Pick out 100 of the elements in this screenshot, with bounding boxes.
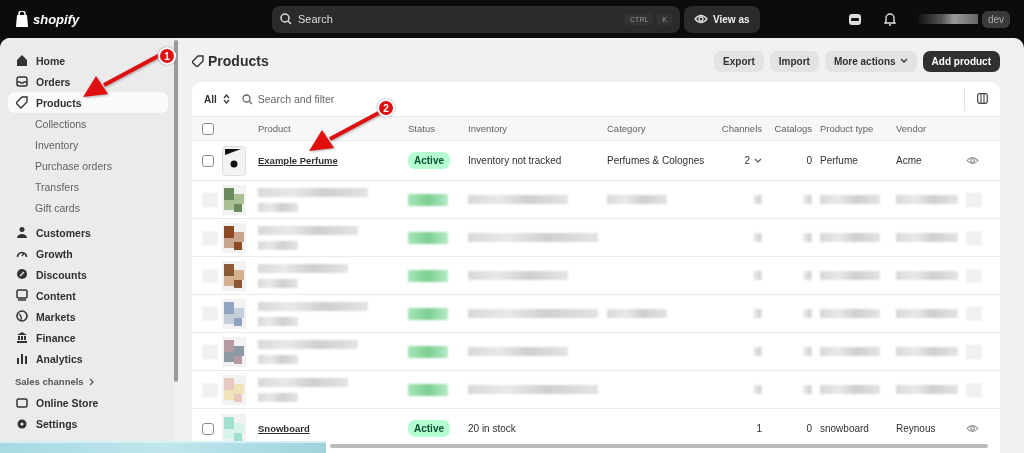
redacted-text bbox=[607, 309, 667, 318]
columns-button[interactable] bbox=[964, 87, 990, 111]
redacted-text bbox=[408, 231, 448, 244]
redacted-text bbox=[820, 195, 880, 204]
redacted-text bbox=[754, 233, 762, 242]
table-cell-text: Inventory not tracked bbox=[468, 155, 563, 166]
home-icon bbox=[16, 54, 28, 67]
redacted-text bbox=[804, 271, 812, 280]
checkbox[interactable] bbox=[202, 154, 214, 167]
redacted-text bbox=[896, 309, 958, 318]
redacted-store-name bbox=[917, 14, 978, 24]
redacted-text bbox=[754, 195, 762, 204]
sidebar-item[interactable]: Markets bbox=[8, 306, 84, 327]
sidebar-item[interactable]: Inventory bbox=[8, 134, 87, 155]
eye-icon bbox=[966, 424, 979, 433]
column-header: Inventory bbox=[468, 123, 509, 134]
sidebar-item[interactable]: Content bbox=[8, 285, 84, 306]
channels-dropdown[interactable]: 1 bbox=[756, 423, 762, 434]
table-cell-text: Perfume bbox=[820, 155, 859, 166]
logo-text: shopify bbox=[33, 11, 80, 27]
globe-icon bbox=[16, 310, 28, 323]
sales-channels-link[interactable]: Sales channels bbox=[8, 371, 102, 392]
perfume-bottle-icon bbox=[222, 145, 246, 176]
redacted-text bbox=[408, 383, 448, 396]
sidebar-item[interactable]: Transfers bbox=[8, 176, 87, 197]
redacted-text bbox=[258, 278, 298, 288]
redacted-text bbox=[820, 309, 880, 318]
tag-icon bbox=[192, 55, 204, 67]
checkbox[interactable] bbox=[202, 122, 214, 135]
table-cell-text: 0 bbox=[805, 423, 813, 434]
scrollbar[interactable] bbox=[174, 40, 178, 382]
scrollbar[interactable] bbox=[330, 444, 988, 448]
redacted-text bbox=[258, 240, 298, 250]
redacted-text bbox=[258, 354, 298, 364]
redacted-text bbox=[754, 385, 762, 394]
sidebar-item[interactable]: Online Store bbox=[8, 392, 107, 413]
checkbox[interactable] bbox=[202, 422, 214, 435]
redacted-text bbox=[896, 385, 958, 394]
sidebar-item[interactable]: Customers bbox=[8, 222, 99, 243]
table-cell-text: 20 in stock bbox=[468, 423, 517, 434]
bell-icon bbox=[883, 12, 896, 26]
page-title: Products bbox=[208, 53, 269, 69]
sidebar-item[interactable]: Discounts bbox=[8, 264, 95, 285]
redacted-text bbox=[804, 233, 812, 242]
sidebar-item[interactable]: Home bbox=[8, 50, 74, 71]
search-icon bbox=[280, 13, 292, 25]
more-actions-button[interactable]: More actions bbox=[824, 50, 917, 72]
redacted-text bbox=[820, 271, 880, 280]
channels-dropdown[interactable]: 2 bbox=[744, 155, 762, 166]
column-header: Channels bbox=[720, 123, 763, 134]
column-header: Vendor bbox=[896, 123, 928, 134]
redacted-text bbox=[754, 271, 762, 280]
redacted-text bbox=[820, 347, 880, 356]
column-header: Status bbox=[408, 123, 436, 134]
sidebar-item[interactable]: Orders bbox=[8, 71, 79, 92]
redacted-text bbox=[408, 193, 448, 206]
sidebar-item[interactable]: Products bbox=[8, 92, 168, 113]
column-header: Category bbox=[607, 123, 647, 134]
sidebar-item[interactable]: Settings bbox=[8, 413, 86, 434]
redacted-text bbox=[258, 316, 298, 326]
sidebar-item[interactable]: Collections bbox=[8, 113, 95, 134]
sidebar-item[interactable]: Finance bbox=[8, 327, 84, 348]
status-badge: Active bbox=[408, 420, 450, 437]
bank-icon bbox=[16, 331, 28, 344]
search-placeholder: Search bbox=[298, 13, 334, 25]
sidebar-item[interactable]: Growth bbox=[8, 243, 81, 264]
table-cell-text: Perfumes & Colognes bbox=[607, 155, 706, 166]
eye-icon bbox=[694, 14, 708, 24]
store-badge: dev bbox=[981, 10, 1010, 28]
table-cell-text: snowboard bbox=[820, 423, 870, 434]
columns-icon bbox=[977, 92, 988, 104]
redacted-text bbox=[754, 309, 762, 318]
action-button[interactable]: Export bbox=[714, 50, 764, 72]
redacted-text bbox=[258, 202, 298, 212]
product-link[interactable]: Snowboard bbox=[258, 423, 310, 434]
sidebar-item[interactable]: Gift cards bbox=[8, 197, 88, 218]
column-header: Product type bbox=[820, 123, 875, 134]
view-selector[interactable]: All bbox=[204, 93, 230, 105]
table-cell-text: Reynous bbox=[896, 423, 937, 434]
redacted-text bbox=[754, 347, 762, 356]
view-as-button[interactable]: View as bbox=[684, 5, 760, 33]
chevron-down-icon bbox=[754, 157, 762, 164]
column-header: Catalogs bbox=[773, 123, 813, 134]
redacted-text bbox=[896, 347, 958, 356]
redacted-text bbox=[408, 345, 448, 358]
redacted-text bbox=[408, 269, 448, 282]
person-icon bbox=[16, 226, 28, 239]
sort-icon bbox=[222, 94, 230, 104]
sidebar-item[interactable]: Purchase orders bbox=[8, 155, 121, 176]
column-header: Product bbox=[258, 123, 292, 134]
eye-icon bbox=[966, 156, 979, 165]
product-link[interactable]: Example Perfume bbox=[258, 155, 338, 166]
redacted-text bbox=[804, 195, 812, 204]
redacted-text bbox=[804, 309, 812, 318]
add-product-button[interactable]: Add product bbox=[922, 50, 1000, 72]
sidebar-item[interactable]: Analytics bbox=[8, 348, 91, 369]
action-button[interactable]: Import bbox=[769, 50, 819, 72]
redacted-text bbox=[896, 271, 958, 280]
chevron-right-icon bbox=[88, 377, 95, 386]
status-badge: Active bbox=[408, 152, 450, 169]
